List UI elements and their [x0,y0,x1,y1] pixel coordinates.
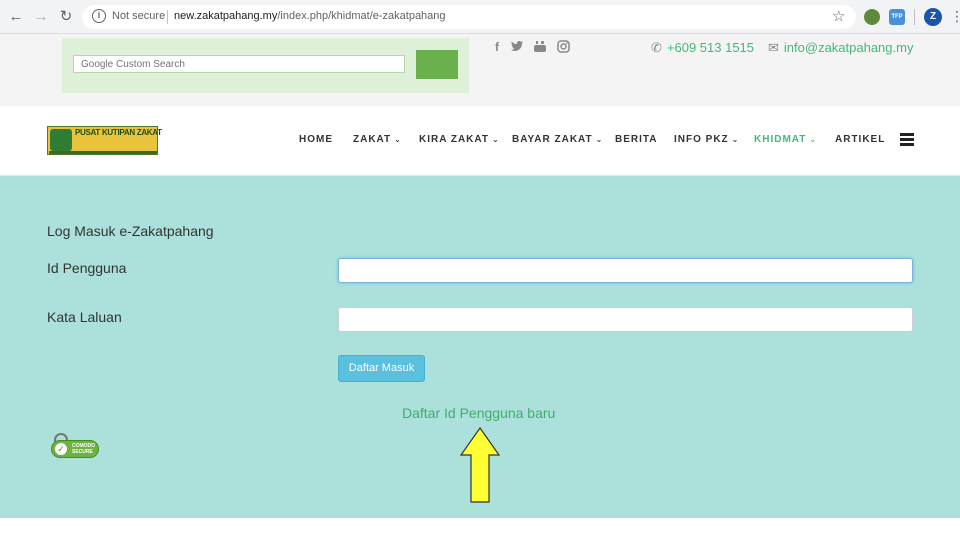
username-label: Id Pengguna [47,260,127,276]
login-button[interactable]: Daftar Masuk [338,355,425,382]
logo-text: PUSAT KUTIPAN ZAKAT [75,128,162,137]
search-input[interactable] [73,55,405,73]
checkmark-icon: ✓ [55,443,67,455]
search-panel [62,38,469,93]
profile-avatar[interactable]: Z [924,8,942,26]
hamburger-menu-icon[interactable] [900,133,914,146]
comodo-secure-badge[interactable]: ✓ COMODO SECURE [51,433,101,459]
extension-globe-icon[interactable] [864,9,880,25]
nav-zakat[interactable]: ZAKAT ⌄ [353,134,402,145]
url-text[interactable]: new.zakatpahang.my/index.php/khidmat/e-z… [174,10,446,22]
toolbar-divider [914,9,915,25]
search-button[interactable] [416,50,458,79]
chevron-down-icon: ⌄ [595,135,604,144]
browser-toolbar: ← → ↻ i Not secure new.zakatpahang.my/in… [0,0,960,34]
chevron-down-icon: ⌄ [394,135,402,144]
form-title: Log Masuk e-Zakatpahang [47,223,214,239]
badge-text: COMODO SECURE [72,443,95,455]
reload-icon[interactable]: ↻ [56,7,76,27]
nav-berita[interactable]: BERITA [615,134,657,145]
top-bar: f ✆ +609 513 1515 ✉ info@zakatpahang.my [0,34,960,106]
nav-label: KHIDMAT [754,134,807,145]
password-label: Kata Laluan [47,309,122,325]
nav-label: BERITA [615,134,658,145]
nav-info-pkz[interactable]: INFO PKZ ⌄ [674,134,739,145]
badge-line-2: SECURE [72,449,93,455]
youtube-icon[interactable] [533,40,547,54]
register-link[interactable]: Daftar Id Pengguna baru [402,405,555,421]
info-icon[interactable]: i [92,9,106,23]
nav-label: HOME [299,134,333,145]
nav-home[interactable]: HOME [299,134,333,145]
facebook-icon[interactable]: f [490,40,504,54]
chevron-down-icon: ⌄ [809,135,818,144]
nav-kira-zakat[interactable]: KIRA ZAKAT ⌄ [419,134,500,145]
nav-bayar-zakat[interactable]: BAYAR ZAKAT ⌄ [512,134,603,145]
site-logo[interactable]: PUSAT KUTIPAN ZAKAT [47,126,162,155]
chevron-down-icon: ⌄ [731,135,740,144]
annotation-up-arrow-icon [460,427,500,503]
address-bar[interactable]: i Not secure new.zakatpahang.my/index.ph… [82,5,856,29]
email-contact[interactable]: ✉ info@zakatpahang.my [768,40,913,56]
nav-label: ZAKAT [353,134,392,145]
back-arrow-icon[interactable]: ← [6,7,26,27]
phone-contact[interactable]: ✆ +609 513 1515 [651,40,754,56]
nav-label: KIRA ZAKAT [419,134,489,145]
badge-body: ✓ COMODO SECURE [51,440,99,458]
forward-arrow-icon[interactable]: → [31,7,51,27]
instagram-icon[interactable] [556,40,570,54]
nav-label: BAYAR ZAKAT [512,134,593,145]
omnibox-divider [167,10,168,24]
url-domain: new.zakatpahang.my [174,10,278,22]
site-header: PUSAT KUTIPAN ZAKAT HOME ZAKAT ⌄ KIRA ZAK… [0,106,960,176]
security-label: Not secure [112,10,166,22]
phone-icon: ✆ [651,40,662,55]
email-address: info@zakatpahang.my [783,40,914,55]
more-vert-icon[interactable]: ⋮ [950,7,960,25]
extension-tfp-icon[interactable]: TFP [889,9,905,25]
logo-subtitle-strip [49,151,157,154]
envelope-icon: ✉ [768,40,779,55]
nav-label: INFO PKZ [674,134,729,145]
twitter-icon[interactable] [510,40,524,54]
nav-label: ARTIKEL [835,134,886,145]
username-field[interactable] [338,258,913,283]
nav-artikel[interactable]: ARTIKEL [835,134,885,145]
url-path: /index.php/khidmat/e-zakatpahang [277,10,446,22]
nav-khidmat[interactable]: KHIDMAT ⌄ [754,134,817,145]
chevron-down-icon: ⌄ [492,135,500,144]
logo-emblem-icon [50,129,72,151]
phone-number: +609 513 1515 [666,40,755,55]
star-icon[interactable]: ☆ [832,7,845,25]
password-field[interactable] [338,307,913,332]
